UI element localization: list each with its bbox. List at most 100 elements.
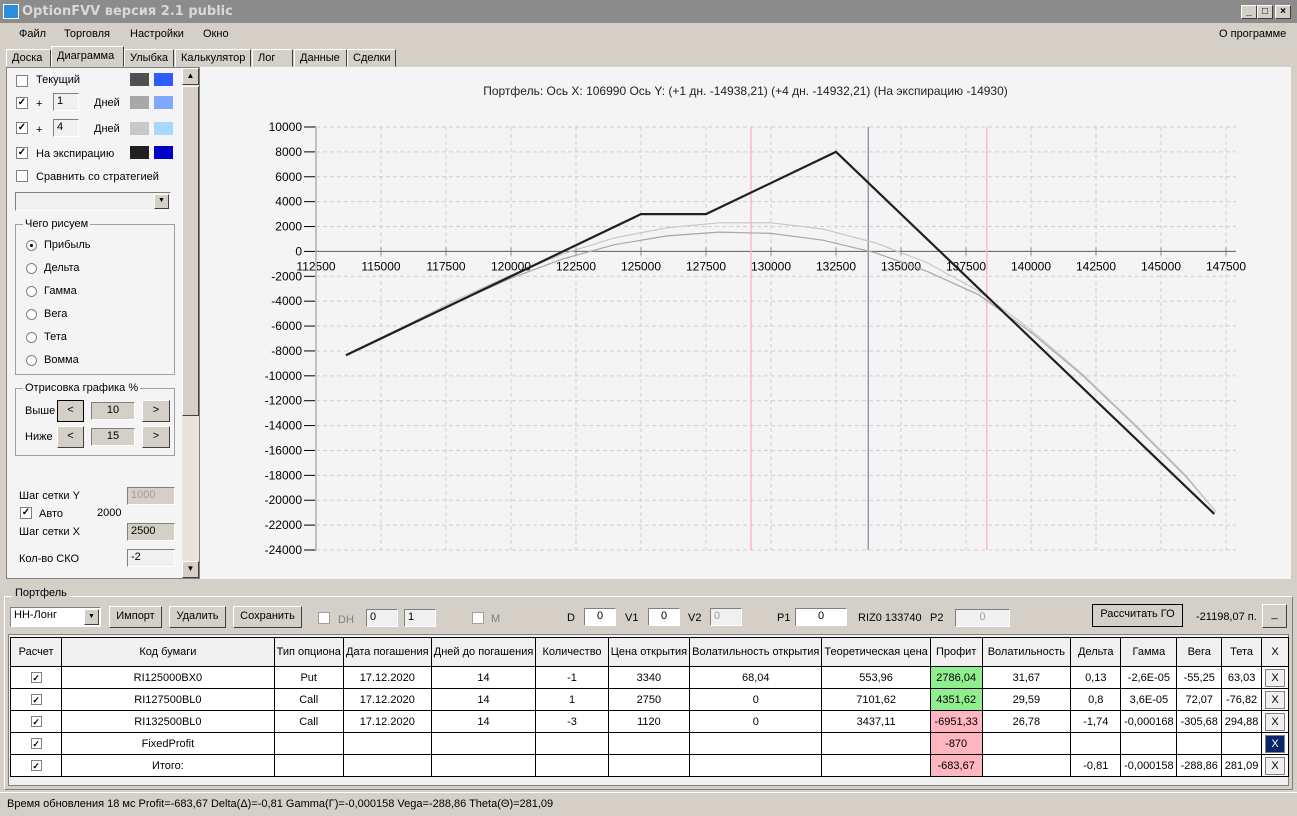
column-header[interactable]: Волатильность открытия <box>689 637 823 667</box>
table-row[interactable]: ✓ FixedProfit -870 X <box>9 732 1289 755</box>
calc-checkbox[interactable]: ✓ <box>30 672 42 683</box>
column-header[interactable]: X <box>1261 637 1289 667</box>
cell-days: 14 <box>430 666 537 689</box>
save-button[interactable]: Сохранить <box>233 606 302 628</box>
column-header[interactable]: Тета <box>1221 637 1263 667</box>
chevron-down-icon[interactable]: ▼ <box>84 609 99 625</box>
cell-profit: -870 <box>929 732 983 755</box>
table-row[interactable]: ✓ Итого: -683,67 -0,81 -0,000158 -288,86 281,0… <box>9 754 1289 777</box>
import-button[interactable]: Импорт <box>109 606 162 628</box>
column-header[interactable]: Волатильность <box>981 637 1072 667</box>
column-header[interactable]: Дней до погашения <box>430 637 537 667</box>
column-header[interactable]: Цена открытия <box>607 637 691 667</box>
cell-open <box>607 732 691 755</box>
remove-row-button[interactable]: X <box>1265 668 1286 687</box>
y-tick-label: 6000 <box>275 170 302 184</box>
table-row[interactable]: ✓ RI132500BL0 Call 17.12.2020 14 -3 1120 0 3437,… <box>9 710 1289 733</box>
spin1[interactable]: 0 <box>366 609 398 627</box>
dh-checkbox[interactable] <box>318 612 330 624</box>
calc-checkbox[interactable]: ✓ <box>30 716 42 727</box>
column-header[interactable]: Теоретическая цена <box>821 637 931 667</box>
p2-input[interactable]: 0 <box>955 609 1010 627</box>
cell-theta: 63,03 <box>1221 666 1263 689</box>
y-tick-label: 0 <box>295 244 302 258</box>
calc-checkbox[interactable]: ✓ <box>30 694 42 705</box>
cell-date: 17.12.2020 <box>342 710 432 733</box>
cell-theta <box>1221 732 1263 755</box>
cell-date: 17.12.2020 <box>342 666 432 689</box>
cell-code: RI132500BL0 <box>61 710 275 733</box>
spin2[interactable]: 1 <box>404 609 436 627</box>
calc-checkbox[interactable]: ✓ <box>30 760 42 771</box>
column-header[interactable]: Дельта <box>1070 637 1122 667</box>
cell-qty <box>535 754 609 777</box>
cell-open: 2750 <box>607 688 691 711</box>
remove-row-button[interactable]: X <box>1265 712 1286 731</box>
calc-go-button[interactable]: Рассчитать ГО <box>1092 604 1183 627</box>
cell-qty: -3 <box>535 710 609 733</box>
column-header[interactable]: Тип опциона <box>273 637 344 667</box>
table-row[interactable]: ✓ RI127500BL0 Call 17.12.2020 14 1 2750 0 7101,6… <box>9 688 1289 711</box>
cell-type <box>273 732 344 755</box>
p1-label: P1 <box>777 612 791 624</box>
table-container: Расчет Код бумаги Тип опциона Дата погашени… <box>8 634 1289 786</box>
profit-chart: 1125001150001175001200001225001250001275… <box>265 120 1247 557</box>
v1-label: V1 <box>625 612 639 624</box>
column-header[interactable]: Количество <box>535 637 609 667</box>
p1-input[interactable]: 0 <box>795 608 847 626</box>
cell-date <box>342 732 432 755</box>
cell-days: 14 <box>430 710 537 733</box>
cell-code: RI125000BX0 <box>61 666 275 689</box>
y-tick-label: -14000 <box>265 419 303 433</box>
status-bar: Время обновления 18 мс Profit=-683,67 De… <box>0 792 1297 816</box>
cell-vega: 72,07 <box>1176 688 1223 711</box>
cell-gamma <box>1120 732 1178 755</box>
cell-theo: 7101,62 <box>821 688 931 711</box>
cell-vol: 31,67 <box>981 666 1072 689</box>
m-checkbox[interactable] <box>472 612 484 624</box>
cell-gamma: -0,000158 <box>1120 754 1178 777</box>
cell-type: Call <box>273 710 344 733</box>
cell-delta <box>1070 732 1122 755</box>
column-header[interactable]: Код бумаги <box>61 637 275 667</box>
cell-gamma: -2,6E-05 <box>1120 666 1178 689</box>
column-header[interactable]: Гамма <box>1120 637 1178 667</box>
remove-row-button[interactable]: X <box>1265 690 1286 709</box>
v1-input[interactable]: 0 <box>648 608 680 626</box>
x-tick-label: 122500 <box>556 259 596 273</box>
cell-theta: 294,88 <box>1221 710 1263 733</box>
cell-vol <box>981 732 1072 755</box>
x-tick-label: 147500 <box>1206 259 1246 273</box>
portfolio-title: Портфель <box>12 587 70 599</box>
column-header[interactable]: Расчет <box>9 637 63 667</box>
cell-days: 14 <box>430 688 537 711</box>
cell-open <box>607 754 691 777</box>
column-header[interactable]: Дата погашения <box>342 637 432 667</box>
remove-row-button[interactable]: X <box>1265 756 1286 775</box>
column-header[interactable]: Профит <box>929 637 983 667</box>
x-tick-label: 145000 <box>1141 259 1181 273</box>
y-tick-label: 8000 <box>275 145 302 159</box>
remove-row-button[interactable]: X <box>1265 734 1286 753</box>
cell-vol: 29,59 <box>981 688 1072 711</box>
y-tick-label: -2000 <box>271 269 302 283</box>
delete-button[interactable]: Удалить <box>169 606 226 628</box>
y-tick-label: -22000 <box>265 518 303 532</box>
y-tick-label: -12000 <box>265 394 303 408</box>
cell-profit: 2786,04 <box>929 666 983 689</box>
d-input[interactable]: 0 <box>584 608 616 626</box>
cell-vega: -288,86 <box>1176 754 1223 777</box>
cell-open: 3340 <box>607 666 691 689</box>
v2-input[interactable]: 0 <box>710 608 742 626</box>
m-label: M <box>491 613 501 625</box>
calc-checkbox[interactable]: ✓ <box>30 738 42 749</box>
x-tick-label: 127500 <box>686 259 726 273</box>
y-tick-label: -18000 <box>265 468 303 482</box>
column-header[interactable]: Вега <box>1176 637 1223 667</box>
cell-vega: -55,25 <box>1176 666 1223 689</box>
cell-code: FixedProfit <box>61 732 275 755</box>
cell-theta: 281,09 <box>1221 754 1263 777</box>
minimize-panel-button[interactable]: _ <box>1262 604 1287 628</box>
table-row[interactable]: ✓ RI125000BX0 Put 17.12.2020 14 -1 3340 68,04 55… <box>9 666 1289 689</box>
cell-type: Put <box>273 666 344 689</box>
